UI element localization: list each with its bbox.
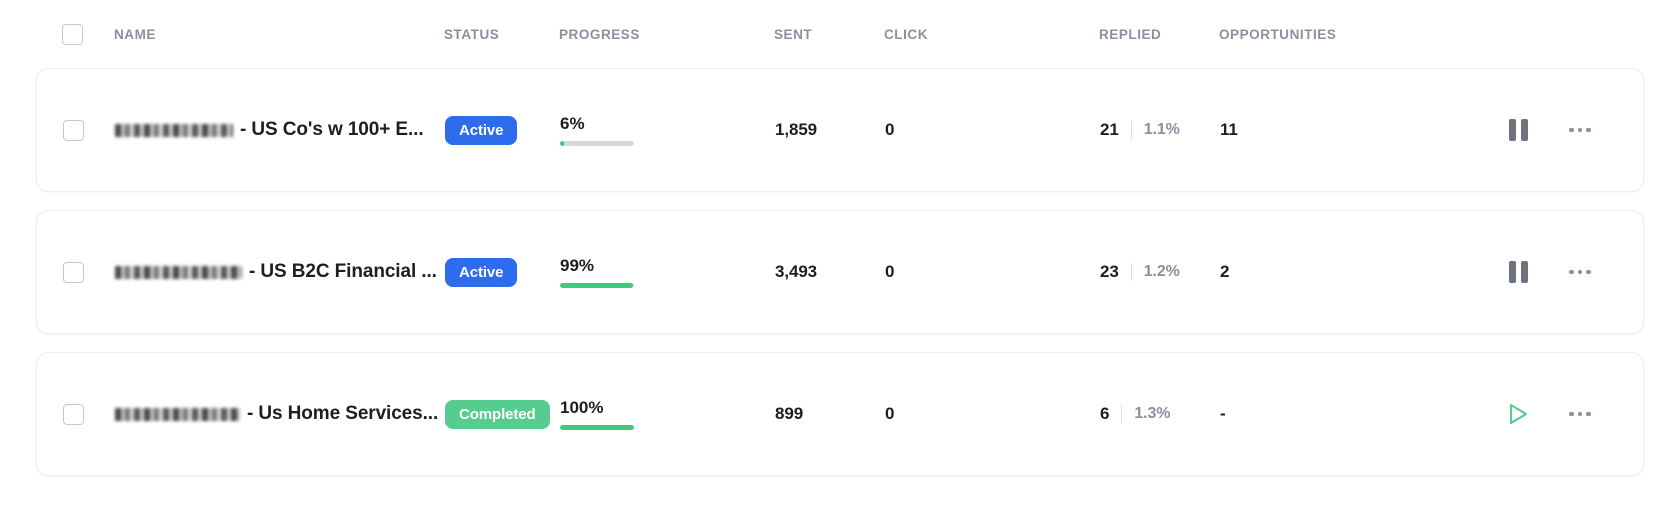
campaigns-table: NAME STATUS PROGRESS SENT CLICK REPLIED …	[0, 0, 1680, 506]
table-row[interactable]: - US Co's w 100+ E... Active 6% 1,859 0 21 1.1…	[36, 68, 1644, 192]
row-actions	[1425, 401, 1617, 427]
table-body: - US Co's w 100+ E... Active 6% 1,859 0 21 1.1…	[36, 68, 1644, 476]
replied-divider	[1121, 405, 1123, 423]
more-options-icon[interactable]	[1567, 117, 1593, 143]
opportunities-value: 11	[1220, 120, 1238, 139]
ellipsis-icon-glyph	[1569, 269, 1591, 275]
row-select-cell	[63, 119, 115, 141]
replied-count: 6	[1100, 404, 1110, 423]
progress-percent-label: 100%	[560, 397, 604, 417]
pause-icon[interactable]	[1505, 117, 1531, 143]
progress-bar-fill	[560, 140, 565, 146]
more-options-icon[interactable]	[1567, 259, 1593, 285]
status-cell: Active	[445, 115, 560, 145]
replied-rate: 1.1%	[1143, 121, 1180, 138]
play-icon[interactable]	[1505, 401, 1531, 427]
status-badge[interactable]: Active	[445, 257, 518, 287]
select-all-cell	[62, 23, 114, 45]
sent-value: 1,859	[775, 120, 818, 139]
row-select-checkbox[interactable]	[63, 261, 84, 283]
table-row[interactable]: - Us Home Services... Completed 100% 899 0 6 1…	[36, 352, 1644, 476]
status-cell: Completed	[445, 399, 560, 429]
campaign-name-label: - US B2C Financial ...	[249, 261, 437, 282]
redacted-name-segment	[115, 265, 242, 279]
play-icon-glyph	[1507, 402, 1529, 426]
sent-value: 899	[775, 404, 804, 423]
status-badge[interactable]: Completed	[445, 399, 550, 429]
pause-icon[interactable]	[1505, 259, 1531, 285]
column-header-opportunities[interactable]: OPPORTUNITIES	[1219, 27, 1424, 42]
replied-cell: 6 1.3%	[1100, 404, 1220, 424]
column-header-replied[interactable]: REPLIED	[1099, 27, 1219, 42]
table-header-row: NAME STATUS PROGRESS SENT CLICK REPLIED …	[36, 0, 1644, 68]
opportunities-value: 2	[1220, 262, 1230, 281]
column-header-status[interactable]: STATUS	[444, 27, 559, 42]
select-all-checkbox[interactable]	[62, 23, 83, 45]
replied-count: 23	[1100, 262, 1119, 281]
opportunities-value: -	[1220, 404, 1226, 423]
row-actions	[1425, 259, 1617, 285]
row-select-checkbox[interactable]	[63, 119, 84, 141]
replied-divider	[1130, 263, 1132, 281]
row-select-cell	[63, 403, 115, 425]
progress-cell: 6%	[560, 115, 775, 146]
campaign-name-label: - Us Home Services...	[247, 403, 439, 424]
column-header-click[interactable]: CLICK	[884, 27, 1099, 42]
campaign-name-cell[interactable]: - Us Home Services...	[115, 403, 445, 425]
row-select-cell	[63, 261, 115, 283]
replied-rate: 1.3%	[1134, 405, 1171, 422]
progress-percent-label: 6%	[560, 113, 585, 133]
column-header-sent[interactable]: SENT	[774, 27, 884, 42]
campaign-name-cell[interactable]: - US Co's w 100+ E...	[115, 119, 445, 141]
table-row[interactable]: - US B2C Financial ... Active 99% 3,493 0 23 1…	[36, 210, 1644, 334]
status-cell: Active	[445, 257, 560, 287]
progress-bar-track	[560, 424, 634, 430]
status-badge[interactable]: Active	[445, 115, 518, 145]
column-header-progress[interactable]: PROGRESS	[559, 27, 774, 42]
row-select-checkbox[interactable]	[63, 403, 84, 425]
redacted-name-segment	[115, 123, 233, 137]
replied-rate: 1.2%	[1143, 263, 1180, 280]
pause-icon-glyph	[1508, 261, 1528, 283]
replied-divider	[1130, 121, 1132, 139]
progress-bar-track	[560, 140, 634, 146]
replied-count: 21	[1100, 120, 1119, 139]
column-header-name[interactable]: NAME	[114, 27, 444, 42]
sent-value: 3,493	[775, 262, 818, 281]
click-value: 0	[885, 262, 895, 281]
redacted-name-segment	[115, 407, 240, 421]
progress-percent-label: 99%	[560, 255, 595, 275]
row-actions	[1425, 117, 1617, 143]
replied-cell: 21 1.1%	[1100, 120, 1220, 140]
ellipsis-icon-glyph	[1569, 127, 1591, 133]
ellipsis-icon-glyph	[1569, 411, 1591, 417]
more-options-icon[interactable]	[1567, 401, 1593, 427]
progress-cell: 100%	[560, 399, 775, 430]
campaign-name-cell[interactable]: - US B2C Financial ...	[115, 261, 445, 283]
pause-icon-glyph	[1508, 119, 1528, 141]
click-value: 0	[885, 120, 895, 139]
click-value: 0	[885, 404, 895, 423]
replied-cell: 23 1.2%	[1100, 262, 1220, 282]
progress-bar-fill	[560, 282, 634, 288]
progress-bar-fill	[560, 424, 634, 430]
campaign-name-label: - US Co's w 100+ E...	[240, 119, 424, 140]
progress-bar-track	[560, 282, 634, 288]
progress-cell: 99%	[560, 257, 775, 288]
